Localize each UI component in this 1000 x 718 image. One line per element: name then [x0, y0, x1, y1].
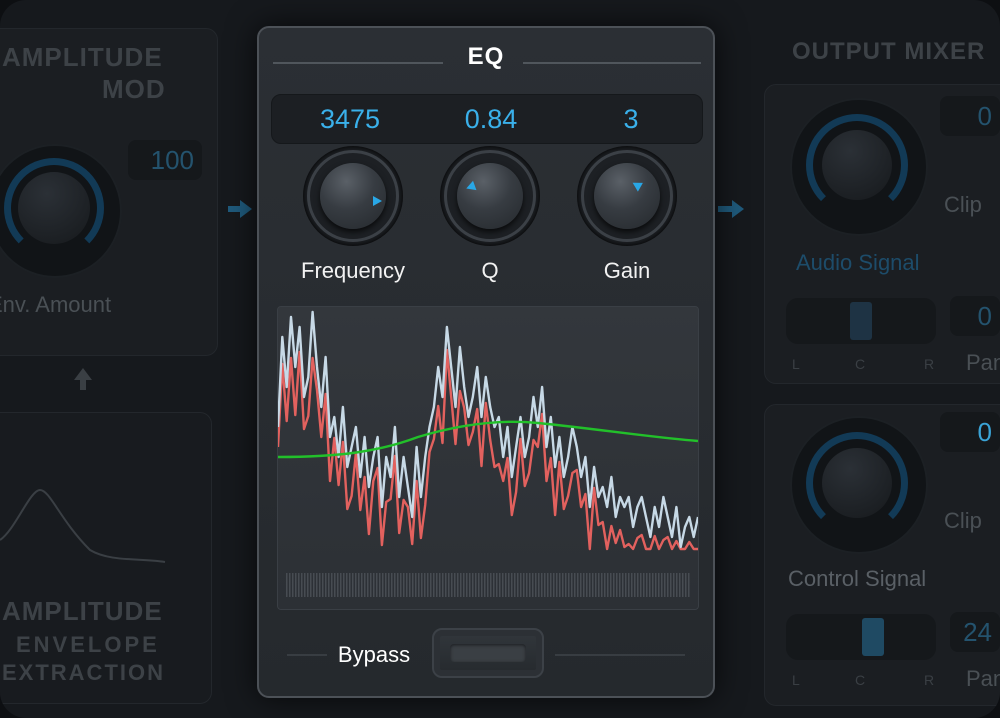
bypass-toggle[interactable] — [432, 628, 544, 678]
eq-panel: EQ 3475 0.84 3 Frequency Q Gain Bypass — [257, 26, 715, 698]
env-amount-value[interactable]: 100 — [128, 140, 202, 180]
audio-signal-clip-label[interactable]: Clip — [944, 192, 982, 218]
pan-label-r: R — [924, 356, 935, 372]
frequency-knob[interactable] — [303, 146, 403, 246]
control-signal-label: Control Signal — [788, 566, 927, 591]
amplitude-mod-title-line1: AMPLITUDE — [2, 42, 163, 72]
audio-signal-label: Audio Signal — [796, 250, 920, 275]
control-signal-clip-label[interactable]: Clip — [944, 508, 982, 534]
envelope-title-line2: ENVELOPE — [16, 632, 160, 657]
control-signal-pan-label: Pan — [966, 666, 1000, 691]
env-amount-label: Env. Amount — [0, 292, 112, 317]
arrow-right-icon — [228, 200, 252, 218]
control-signal-value[interactable]: 0 — [940, 412, 1000, 452]
eq-title: EQ — [467, 43, 505, 70]
spectrum-display — [277, 306, 699, 610]
q-label: Q — [481, 258, 499, 283]
pan-label-c: C — [855, 356, 866, 372]
gain-value[interactable]: 3 — [571, 104, 691, 135]
audio-signal-value[interactable]: 0 — [940, 96, 1000, 136]
bypass-divider-right — [555, 654, 685, 656]
frequency-tick-strip — [286, 573, 690, 597]
gain-knob[interactable] — [577, 146, 677, 246]
frequency-value[interactable]: 3475 — [290, 104, 410, 135]
spectrum-graph — [278, 307, 698, 609]
bypass-label: Bypass — [337, 642, 411, 667]
q-knob[interactable] — [440, 146, 540, 246]
envelope-title-line3: EXTRACTION — [2, 660, 165, 685]
output-mixer-title: OUTPUT MIXER — [792, 38, 986, 65]
envelope-title-line1: AMPLITUDE — [2, 596, 163, 626]
pan-label-r: R — [924, 672, 935, 688]
audio-signal-pan-value[interactable]: 0 — [950, 296, 1000, 336]
knob-pointer-icon — [373, 196, 382, 206]
amplitude-mod-title-line2: MOD — [102, 74, 166, 104]
arrow-up-icon — [74, 368, 92, 390]
pan-label-l: L — [792, 356, 800, 372]
control-signal-pan-value[interactable]: 24 — [950, 612, 1000, 652]
audio-signal-pan-label: Pan — [966, 350, 1000, 375]
plugin-window: AMPLITUDE MOD 100 Env. Amount AMPLITUDE … — [0, 0, 1000, 718]
envelope-curve-icon — [0, 488, 166, 563]
pan-label-c: C — [855, 672, 866, 688]
arrow-right-icon — [718, 200, 744, 218]
pan-label-l: L — [792, 672, 800, 688]
q-value[interactable]: 0.84 — [431, 104, 551, 135]
frequency-label: Frequency — [301, 258, 405, 283]
gain-label: Gain — [603, 258, 651, 283]
